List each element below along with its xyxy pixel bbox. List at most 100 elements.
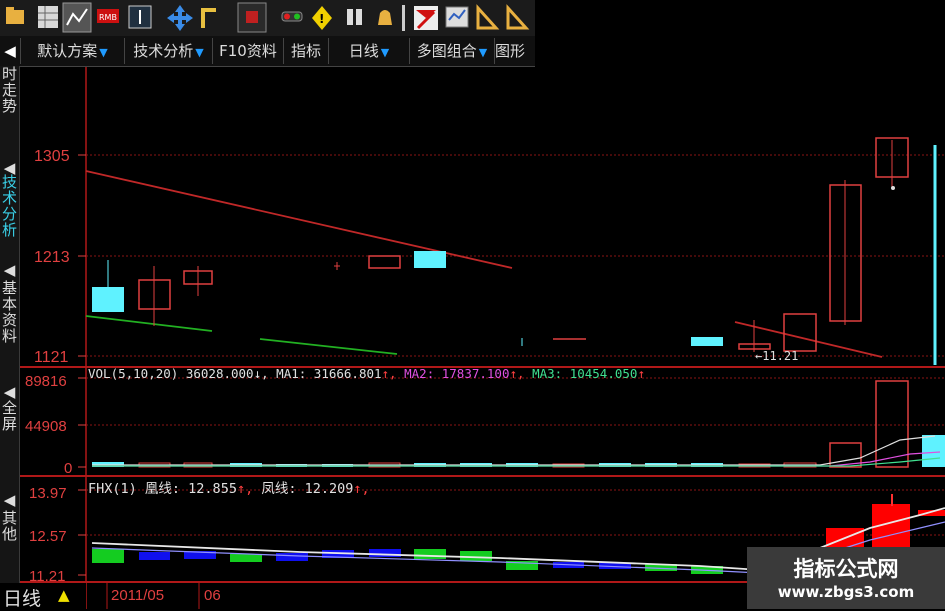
sidebar-arrow-icon: ◀ xyxy=(3,383,16,401)
chevron-down-icon[interactable]: ▼ xyxy=(479,46,487,59)
candle-5-body[interactable] xyxy=(368,255,401,269)
dark-chart-icon[interactable] xyxy=(128,5,152,29)
fhx-bar xyxy=(369,549,401,557)
vol-bar xyxy=(922,435,945,467)
price-label-low: 1121 xyxy=(34,349,69,366)
vol-value: 36028.000↓, xyxy=(185,366,269,381)
date-label-2011-05: 2011/05 xyxy=(111,587,164,604)
step-icon[interactable] xyxy=(201,8,216,28)
fhx-bar xyxy=(92,549,124,563)
fhx-info-line: FHX(1) 凰线: 12.855↑, 凤线: 12.209↑, xyxy=(88,477,370,497)
fhx-label-high: 13.97 xyxy=(29,485,67,502)
vol-bar xyxy=(875,380,909,468)
chevron-down-icon[interactable]: ▼ xyxy=(195,46,203,59)
low-price-annotation: ←11.21 xyxy=(755,349,798,363)
tab-bar: ◀ 默认方案▼ 技术分析▼ F10资料 指标 日线▼ 多图组合▼ 图形彡 xyxy=(0,36,535,67)
watermark-url: www.zbgs3.com xyxy=(777,583,915,601)
vol-prefix: VOL(5,10,20) xyxy=(88,366,179,381)
vol-ma3: MA3: 10454.050 xyxy=(532,366,638,381)
ruler-icon[interactable] xyxy=(476,4,500,30)
fhx-label-mid: 12.57 xyxy=(29,528,67,545)
tab-indicator[interactable]: 指标 xyxy=(284,38,329,64)
fhx-prefix: FHX(1) xyxy=(88,481,137,497)
sidebar-item-fullscreen[interactable]: 全 屏 xyxy=(0,400,19,434)
chart-canvas[interactable]: 1305 1213 1121 89816 44908 0 13.97 12.57… xyxy=(0,0,945,609)
vol-ma2-arrow: ↑, xyxy=(509,366,525,381)
red-flag-icon[interactable] xyxy=(414,6,438,30)
folder-icon[interactable] xyxy=(6,7,24,24)
tab-f10[interactable]: F10资料 xyxy=(213,38,284,64)
tab-label: 默认方案 xyxy=(37,42,98,60)
vol-label-zero: 0 xyxy=(64,460,72,477)
warning-icon[interactable]: ! xyxy=(312,6,332,30)
binoculars-icon[interactable] xyxy=(347,9,362,25)
period-up-icon[interactable]: ▲ xyxy=(58,586,70,604)
sidebar-item-technical[interactable]: 技 术 分 析 xyxy=(0,174,19,240)
left-sidebar: 时 走 势 ◀ 技 术 分 析 ◀ 基 本 资 料 ◀ 全 屏 ◀ 其 他 xyxy=(0,66,20,609)
volume-bars[interactable] xyxy=(92,380,945,468)
tab-scroll-left[interactable]: ◀ xyxy=(0,38,21,64)
tab-label: 指标 xyxy=(290,42,321,60)
sidebar-item-fundamentals[interactable]: 基 本 资 料 xyxy=(0,280,19,346)
main-toolbar: RMB ! xyxy=(0,0,535,37)
vol-label-high: 89816 xyxy=(25,373,67,390)
screen-icon[interactable] xyxy=(445,6,469,28)
fhx-bar xyxy=(276,553,308,561)
candle-11-body[interactable] xyxy=(783,313,817,352)
fhx-bar xyxy=(414,549,446,559)
candlesticks[interactable] xyxy=(92,137,937,365)
ruler-letter-icon[interactable] xyxy=(506,4,530,30)
candle-9-body[interactable] xyxy=(691,337,723,346)
tab-label: 图形彡 xyxy=(495,42,526,60)
sidebar-arrow-icon: ◀ xyxy=(3,491,16,509)
support-line-left[interactable] xyxy=(85,315,213,332)
tab-label: 技术分析 xyxy=(133,42,194,60)
vol-ma1-arrow: ↑, xyxy=(381,366,397,381)
fhx-huang-arrow: ↑, xyxy=(236,481,254,497)
vol-ma1: MA1: 31666.801 xyxy=(276,366,382,381)
vol-label-mid: 44908 xyxy=(25,418,67,435)
candle-1-body[interactable] xyxy=(92,287,124,312)
watermark-title: 指标公式网 xyxy=(793,557,899,581)
fhx-bar xyxy=(460,551,492,561)
fhx-bar xyxy=(139,552,170,560)
tab-daily[interactable]: 日线 ▼ xyxy=(329,38,410,64)
chevron-down-icon[interactable]: ▼ xyxy=(381,46,389,59)
red-panel-icon[interactable]: RMB xyxy=(97,9,119,23)
tab-graphics[interactable]: 图形彡 xyxy=(495,38,535,64)
svg-text:!: ! xyxy=(319,12,324,26)
chevron-down-icon[interactable]: ▼ xyxy=(99,46,107,59)
period-label: 日线 xyxy=(3,588,42,610)
tab-technical-analysis[interactable]: 技术分析 ▼ xyxy=(125,38,213,64)
date-label-06: 06 xyxy=(204,587,221,604)
vol-ma2: MA2: 17837.100 xyxy=(404,366,510,381)
tab-default-scheme[interactable]: 默认方案 ▼ xyxy=(21,38,125,64)
move-cross-icon[interactable] xyxy=(167,5,193,31)
record-icon[interactable] xyxy=(237,2,267,33)
vol-ma3-arrow: ↑ xyxy=(637,366,645,381)
bell-icon[interactable] xyxy=(378,10,392,25)
chart-grid-icon[interactable] xyxy=(62,2,92,33)
tab-label: 日线 xyxy=(348,42,379,60)
resistance-trendline[interactable] xyxy=(85,170,513,269)
grid-icon[interactable] xyxy=(38,6,58,28)
sidebar-item-timeshare[interactable]: 时 走 势 xyxy=(0,66,19,116)
fhx-feng-arrow: ↑, xyxy=(353,481,370,497)
candle-13-dot xyxy=(891,186,895,190)
sidebar-item-other[interactable]: 其 他 xyxy=(0,510,19,544)
tab-label: 多图组合 xyxy=(416,42,477,60)
watermark-banner: 指标公式网 www.zbgs3.com xyxy=(747,547,945,609)
candle-6-body[interactable] xyxy=(414,251,446,268)
pin-icon[interactable] xyxy=(402,5,405,31)
period-selector[interactable]: 日线 ▲ xyxy=(0,583,86,610)
support-line-mid[interactable] xyxy=(259,338,398,355)
traffic-light-icon[interactable] xyxy=(281,11,303,22)
fhx-bar xyxy=(230,554,262,562)
vol-info-line: VOL(5,10,20) 36028.000↓, MA1: 31666.801↑… xyxy=(88,366,645,381)
fhx-huang-value: 凰线: 12.855 xyxy=(144,481,237,497)
svg-text:RMB: RMB xyxy=(99,13,117,22)
vol-ma1-line xyxy=(92,435,936,466)
price-label-high: 1305 xyxy=(34,148,70,165)
sidebar-arrow-icon: ◀ xyxy=(3,261,16,279)
tab-multi-chart[interactable]: 多图组合 ▼ xyxy=(410,38,495,64)
